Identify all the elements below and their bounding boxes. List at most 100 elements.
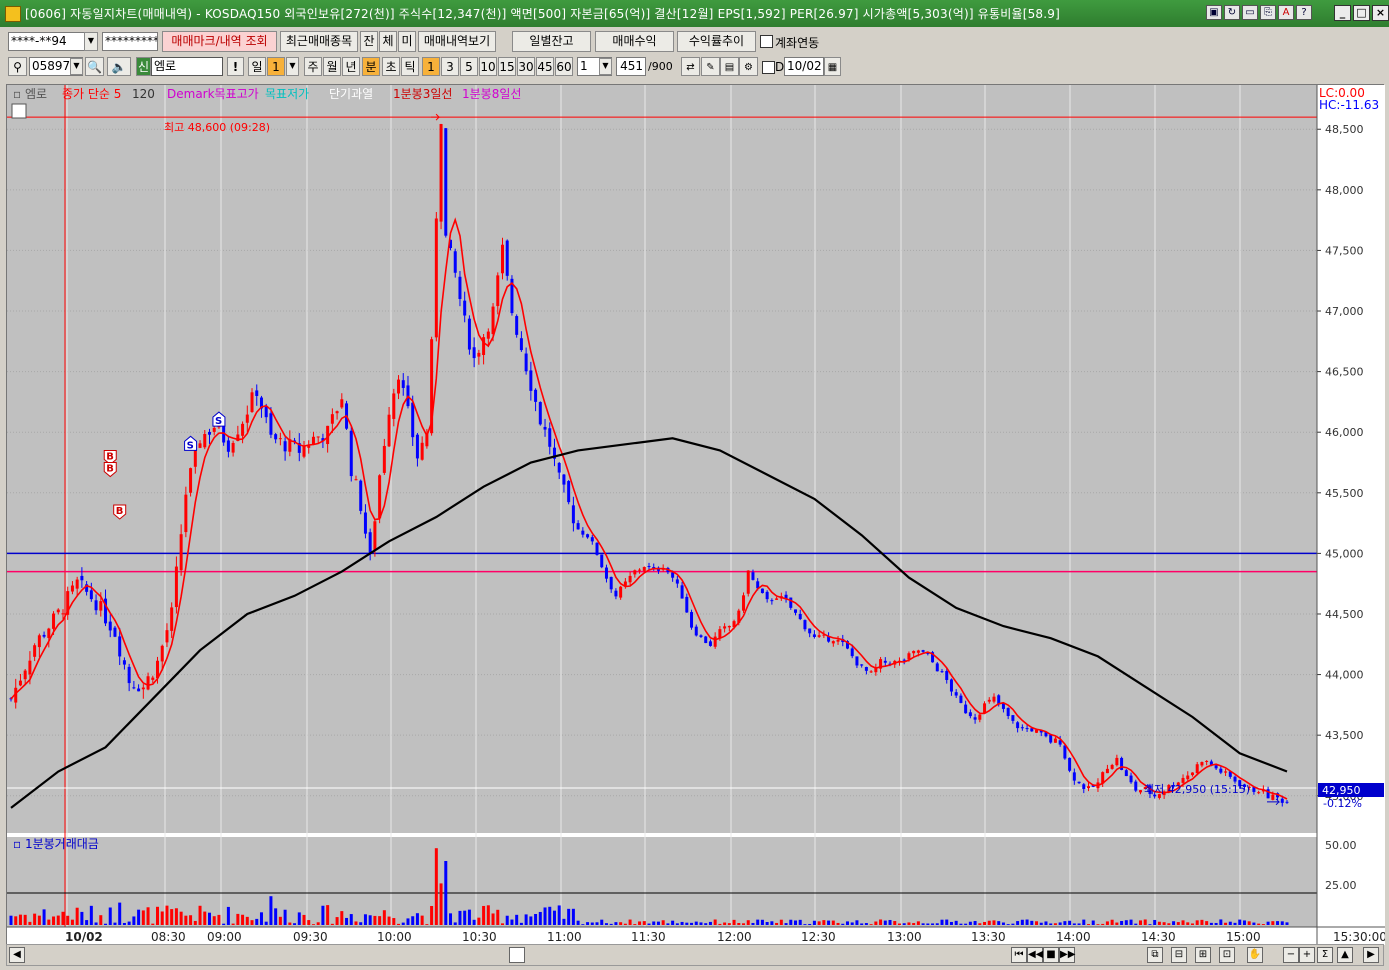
first-icon[interactable]: ⏮ [1011, 947, 1027, 963]
minute-60[interactable]: 60 [555, 57, 573, 76]
volume-bar [812, 920, 816, 925]
account-dropdown-icon[interactable]: ▼ [84, 32, 98, 51]
candle-body [647, 566, 651, 568]
pin-icon[interactable]: ⚲ [8, 57, 27, 76]
volume-bar [992, 920, 996, 925]
close-button[interactable]: × [1372, 5, 1389, 21]
period-dropdown-icon[interactable]: ▼ [286, 57, 299, 76]
minimize-button[interactable]: _ [1334, 5, 1351, 21]
volume-bar [1238, 919, 1242, 925]
trade-profit-button[interactable]: 매매수익 [595, 31, 674, 52]
tab-jan[interactable]: 잔 [360, 31, 378, 52]
scroll-left-icon[interactable]: ◀ [9, 947, 25, 963]
grid-toggle-icon[interactable] [11, 103, 27, 119]
refresh-icon[interactable]: ↻ [1224, 5, 1240, 20]
stop-icon[interactable]: ■ [1043, 947, 1059, 963]
candle-body [543, 426, 547, 430]
link-icon[interactable]: ⎘ [1260, 5, 1276, 20]
zoom-icon[interactable]: ⧉ [1147, 947, 1163, 963]
return-trend-button[interactable]: 수익률추이 [677, 31, 756, 52]
plus-icon[interactable]: + [1299, 947, 1315, 963]
recent-items-button[interactable]: 최근매매종목 [280, 31, 358, 52]
period-second[interactable]: 초 [382, 57, 400, 76]
count-dropdown-icon[interactable]: ▼ [599, 58, 612, 75]
tab-che[interactable]: 체 [379, 31, 397, 52]
candle-body [382, 445, 386, 473]
minute-45[interactable]: 45 [536, 57, 554, 76]
account-link-checkbox[interactable] [760, 35, 773, 48]
password-value: ********* [105, 34, 158, 48]
volume-bar [250, 920, 254, 925]
minute-30[interactable]: 30 [517, 57, 535, 76]
candle-body [836, 639, 840, 642]
maximize-button[interactable]: □ [1353, 5, 1370, 21]
alert-icon[interactable]: ! [227, 57, 244, 76]
minute-3[interactable]: 3 [441, 57, 459, 76]
calendar-icon[interactable]: ▦ [824, 57, 841, 76]
minute-10[interactable]: 10 [479, 57, 497, 76]
chart-scrollbar[interactable]: ◀ ⏮ ◀◀ ■ ▶▶ ⧉ ⊟ ⊞ ⊡ ✋ − + Σ ▲ ▶ [6, 944, 1384, 966]
swap-icon[interactable]: ⇄ [681, 57, 700, 76]
period-day[interactable]: 일 [248, 57, 266, 76]
period-month[interactable]: 월 [323, 57, 341, 76]
hand-icon[interactable]: ✋ [1247, 947, 1263, 963]
volume-bar [732, 919, 736, 925]
candle-body [226, 440, 230, 452]
period-minute[interactable]: 분 [362, 57, 380, 76]
save-icon[interactable]: ▤ [720, 57, 739, 76]
password-field[interactable]: ********* [102, 32, 158, 51]
minute-5[interactable]: 5 [460, 57, 478, 76]
chart-area-icon[interactable]: ▲ [1337, 947, 1353, 963]
volume-bar [1082, 919, 1086, 925]
date-checkbox[interactable] [762, 61, 775, 74]
chart-tool-icon[interactable]: ✎ [701, 57, 720, 76]
reset-icon[interactable]: Σ [1317, 947, 1333, 963]
candle-body [789, 597, 793, 608]
price-chart[interactable]: BBBSS 48,50048,00047,50047,00046,50046,0… [7, 85, 1385, 945]
zoom-in-icon[interactable]: ⊞ [1195, 947, 1211, 963]
period-tick[interactable]: 틱 [401, 57, 419, 76]
settings-icon[interactable]: ⚙ [739, 57, 758, 76]
volume-bar [978, 923, 982, 925]
font-icon[interactable]: A [1278, 5, 1294, 20]
chart-panel[interactable]: BBBSS 48,500 48,000 47,500 47,000 46,500 46,0… [6, 84, 1385, 945]
volume-bar [61, 911, 65, 925]
reset-zoom-icon[interactable]: ⊡ [1219, 947, 1235, 963]
history-button[interactable]: 매매내역보기 [418, 31, 496, 52]
prev-icon[interactable]: ◀◀ [1027, 947, 1043, 963]
data-count-input[interactable]: 451 [616, 57, 646, 76]
tab-mi[interactable]: 미 [398, 31, 416, 52]
speaker-icon[interactable]: 🔈 [107, 57, 131, 76]
screen-icon[interactable]: ▭ [1242, 5, 1258, 20]
minute-1[interactable]: 1 [422, 57, 440, 76]
daily-balance-button[interactable]: 일별잔고 [512, 31, 591, 52]
next-icon[interactable]: ▶▶ [1059, 947, 1075, 963]
stock-dropdown-icon[interactable]: ▼ [70, 58, 83, 75]
candle-body [373, 521, 377, 551]
date-input[interactable]: 10/02 [784, 57, 824, 76]
scroll-thumb[interactable] [509, 947, 525, 963]
minute-15[interactable]: 15 [498, 57, 516, 76]
volume-bar [288, 922, 292, 925]
volume-bar [1072, 923, 1076, 925]
volume-bar [964, 923, 968, 925]
period-year[interactable]: 년 [342, 57, 360, 76]
window-icon[interactable]: ▣ [1206, 5, 1222, 20]
candle-body [803, 620, 807, 630]
candle-body [278, 438, 282, 440]
trade-mark-button[interactable]: 매매마크/내역 조회 [162, 31, 277, 52]
search-icon[interactable]: 🔍 [85, 57, 104, 76]
minus-icon[interactable]: − [1283, 947, 1299, 963]
candle-body [122, 660, 126, 665]
volume-bar [1039, 922, 1043, 925]
period-week[interactable]: 주 [304, 57, 322, 76]
volume-bar [548, 906, 552, 925]
volume-bar [33, 913, 37, 925]
scroll-right-icon[interactable]: ▶ [1363, 947, 1379, 963]
volume-bar [9, 915, 13, 925]
period-day-count[interactable]: 1 [267, 57, 285, 76]
candle-body [680, 585, 684, 599]
volume-bar [231, 923, 235, 925]
help-icon[interactable]: ? [1296, 5, 1312, 20]
zoom-out-icon[interactable]: ⊟ [1171, 947, 1187, 963]
